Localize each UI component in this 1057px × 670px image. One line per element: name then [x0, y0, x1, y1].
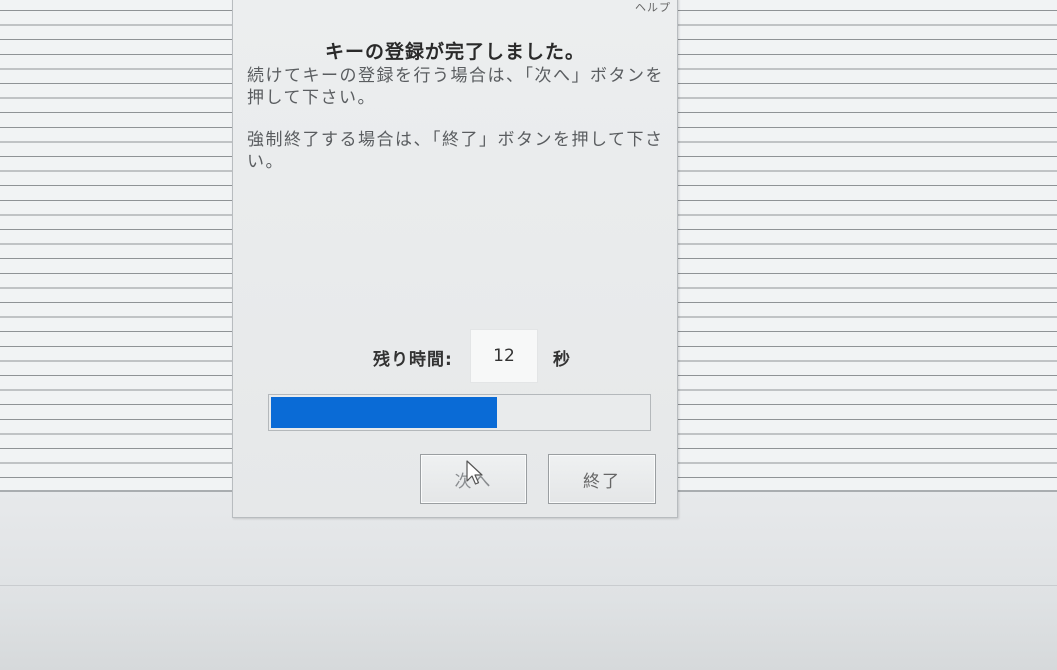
force-end-instruction-text: 強制終了する場合は、「終了」ボタンを押して下さい。: [247, 130, 664, 172]
next-button[interactable]: 次へ: [420, 454, 527, 504]
remaining-time-value: 12: [470, 329, 538, 383]
remaining-time-number: 12: [493, 346, 515, 366]
help-link[interactable]: ヘルプ: [635, 0, 671, 15]
remaining-time-label: 残り時間:: [373, 350, 453, 370]
progress-fill: [271, 397, 497, 428]
end-button[interactable]: 終了: [548, 454, 656, 504]
continue-instruction-text: 続けてキーの登録を行う場合は、「次へ」ボタンを押して下さい。: [247, 66, 664, 108]
key-registration-dialog: ヘルプ キーの登録が完了しました。 続けてキーの登録を行う場合は、「次へ」ボタン…: [232, 0, 678, 518]
countdown-progress-bar: [268, 394, 651, 431]
remaining-time-unit: 秒: [553, 350, 570, 370]
background-divider: [0, 585, 1057, 586]
dialog-title: キーの登録が完了しました。: [324, 41, 585, 63]
